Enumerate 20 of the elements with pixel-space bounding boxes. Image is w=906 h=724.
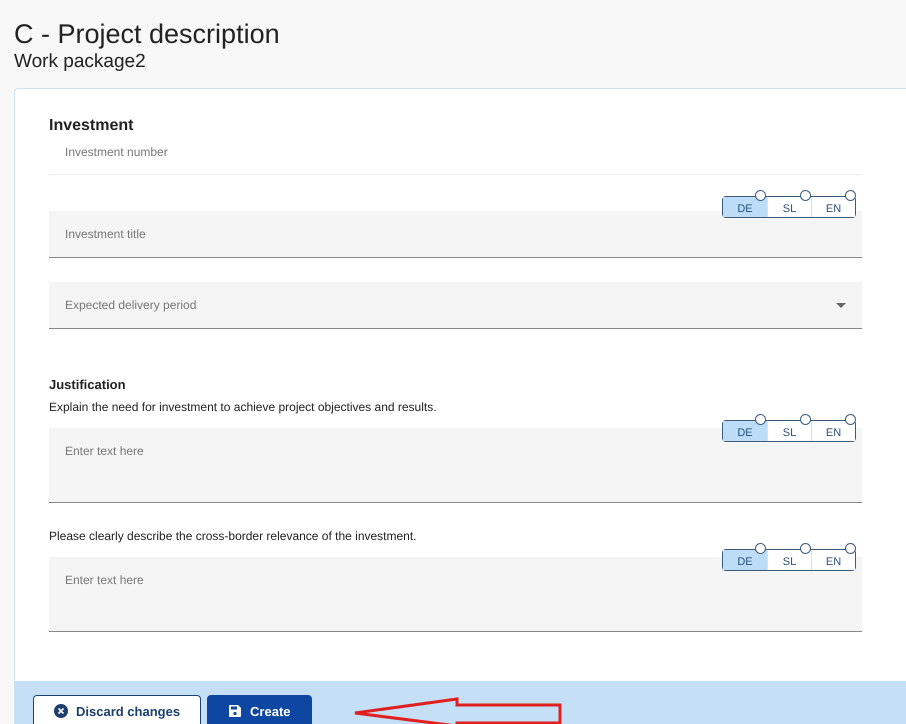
language-tab[interactable]: DE (723, 550, 767, 570)
save-icon (228, 704, 242, 718)
question-text: Explain the need for investment to achieve project objectives and results. (49, 400, 438, 414)
language-tab[interactable]: DE (723, 197, 767, 217)
close-icon (54, 704, 68, 718)
input-field[interactable]: Investment title (49, 211, 862, 258)
select-field[interactable]: Expected delivery period (49, 282, 862, 329)
section-title: Investment (49, 117, 134, 135)
input-field[interactable]: Investment number (49, 145, 862, 175)
language-tab[interactable]: EN (811, 197, 855, 217)
page-title: C - Project description (14, 18, 281, 50)
language-tab[interactable]: DE (723, 421, 767, 441)
section-title: Justification (49, 377, 127, 392)
language-tab[interactable]: EN (811, 421, 855, 441)
page-subtitle: Work package2 (14, 50, 147, 74)
question-text: Please clearly describe the cross-border relevance of the investment. (49, 529, 418, 543)
create-button[interactable]: Create (207, 695, 312, 724)
discard-button[interactable]: Discard changes (33, 695, 202, 724)
language-tab[interactable]: EN (811, 550, 855, 570)
caret-icon (836, 302, 846, 308)
